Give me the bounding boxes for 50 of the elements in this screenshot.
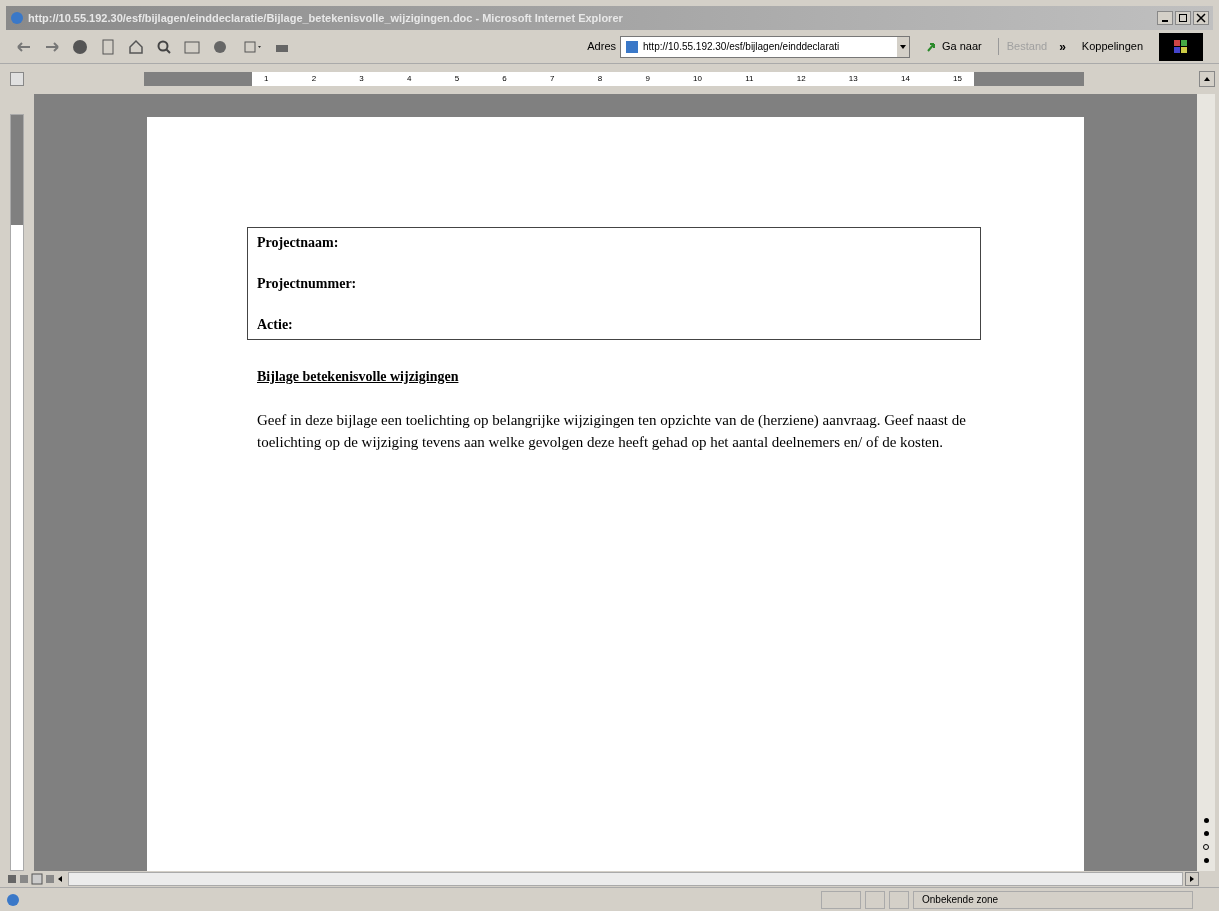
- more-chevron[interactable]: »: [1059, 37, 1066, 56]
- page-icon: [625, 39, 639, 54]
- page-status-icon: [6, 892, 20, 907]
- ruler-number: 12: [796, 75, 806, 83]
- status-pane: [821, 890, 861, 909]
- field-label: Actie:: [257, 316, 294, 334]
- ruler-number: 10: [693, 75, 702, 83]
- ruler-number: 14: [900, 75, 910, 83]
- field-label: Projectnaam:: [257, 234, 340, 252]
- dropdown-icon[interactable]: [897, 36, 909, 57]
- tab-selector[interactable]: [10, 72, 24, 86]
- ruler-number: 11: [745, 75, 754, 83]
- vertical-scrollbar[interactable]: [1197, 94, 1215, 871]
- scroll-up-button[interactable]: [1199, 71, 1215, 87]
- ruler-number: 1: [264, 75, 269, 83]
- ruler-number: 4: [407, 75, 412, 83]
- maximize-button[interactable]: [1175, 11, 1191, 25]
- ruler-number: 2: [311, 75, 317, 83]
- body-paragraph: Geef in deze bijlage een toelichting op belangrijke wijzigingen ten opzichte van de (herziene) aanvraag. Geef naast de toelichting op de wijziging tevens aan welke gevolgen deze heeft gehad op het aantal deelnemers en/ of de kosten.: [257, 411, 967, 452]
- ruler-number: 7: [550, 75, 555, 83]
- address-label: Adres: [587, 39, 616, 55]
- refresh-icon[interactable]: [100, 38, 116, 55]
- close-button[interactable]: [1193, 11, 1209, 25]
- ruler-number: 3: [359, 75, 364, 83]
- status-pane: [865, 890, 885, 909]
- arrow-icon: [926, 40, 938, 53]
- links-button[interactable]: Koppelingen: [1077, 38, 1147, 55]
- status-pane: [889, 890, 909, 909]
- media-icon[interactable]: [212, 38, 228, 55]
- browser-icon: [10, 11, 24, 25]
- ruler-number: 8: [597, 75, 603, 83]
- ruler-number: 5: [454, 75, 460, 83]
- zone-status: Onbekende zone: [913, 890, 1193, 909]
- home-icon[interactable]: [128, 38, 144, 55]
- field-label: Projectnummer:: [257, 275, 358, 293]
- window-title: http://10.55.192.30/esf/bijlagen/einddeclaratie/Bijlage_betekenisvolle_wijzigingen.doc - Microsoft Internet Explorer: [28, 10, 623, 26]
- scroll-right-button[interactable]: [1185, 872, 1199, 886]
- stop-icon[interactable]: [72, 38, 88, 55]
- go-button[interactable]: Ga naar: [922, 38, 986, 55]
- section-heading: Bijlage betekenisvolle wijzigingen: [257, 368, 460, 386]
- address-text: http://10.55.192.30/esf/bijlagen/einddeclarati: [643, 40, 841, 54]
- ruler-number: 9: [645, 75, 650, 83]
- windows-logo: [1159, 32, 1203, 61]
- ruler-number: 15: [953, 75, 962, 83]
- ruler-number: 13: [848, 75, 858, 83]
- minimize-button[interactable]: [1157, 11, 1173, 25]
- ruler-number: 6: [502, 75, 507, 83]
- address-field[interactable]: http://10.55.192.30/esf/bijlagen/einddeclarati: [620, 35, 910, 58]
- search-icon[interactable]: [156, 38, 172, 55]
- favorites-icon[interactable]: [184, 38, 200, 55]
